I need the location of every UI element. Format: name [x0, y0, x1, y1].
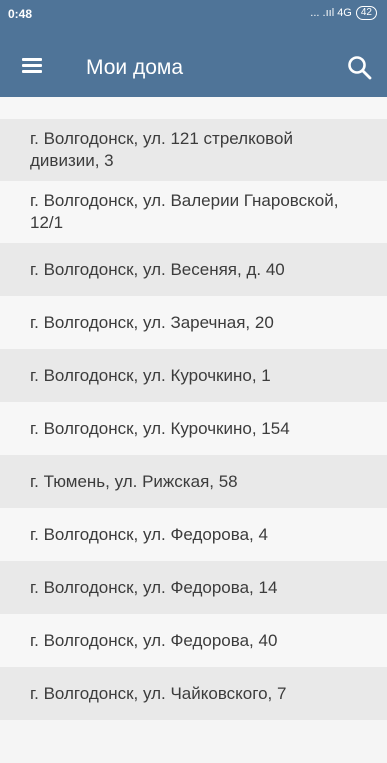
house-address: г. Волгодонск, ул. Федорова, 40	[30, 630, 278, 650]
house-item[interactable]: г. Волгодонск, ул. Чайковского, 7	[0, 667, 387, 720]
house-address: г. Волгодонск, ул. Федорова, 14	[30, 577, 278, 597]
houses-list: г. Волгодонск, ул. 121 стрелковой дивизи…	[0, 97, 387, 720]
signal-indicator: ... .ııl 4G	[310, 7, 352, 19]
house-address: г. Тюмень, ул. Рижская, 58	[30, 471, 238, 491]
hamburger-menu-icon[interactable]	[22, 54, 46, 74]
search-icon[interactable]	[346, 54, 374, 82]
status-indicators: ... .ııl 4G 42	[310, 6, 377, 20]
house-item[interactable]: г. Волгодонск, ул. Курочкино, 154	[0, 402, 387, 455]
house-item[interactable]: г. Волгодонск, ул. Весеняя, д. 40	[0, 243, 387, 296]
house-item[interactable]: г. Волгодонск, ул. Заречная, 20	[0, 296, 387, 349]
house-item[interactable]: г. Волгодонск, ул. Федорова, 40	[0, 614, 387, 667]
status-time: 0:48	[8, 7, 33, 21]
house-address: г. Волгодонск, ул. Курочкино, 1	[30, 365, 271, 385]
house-item[interactable]: г. Волгодонск, ул. Курочкино, 1	[0, 349, 387, 402]
house-item[interactable]: г. Тюмень, ул. Рижская, 58	[0, 455, 387, 508]
app-header: 0:48 ... .ııl 4G 42 Мои дома	[0, 0, 387, 97]
house-address: г. Волгодонск, ул. Чайковского, 7	[30, 683, 287, 703]
house-item[interactable]: г. Волгодонск, ул. Валерии Гнаровской, 1…	[0, 181, 387, 243]
house-address: г. Волгодонск, ул. Валерии Гнаровской, 1…	[30, 191, 339, 232]
house-address: г. Волгодонск, ул. Курочкино, 154	[30, 418, 290, 438]
house-address: г. Волгодонск, ул. Федорова, 4	[30, 524, 268, 544]
app-bar: Мои дома	[0, 38, 387, 94]
house-address: г. Волгодонск, ул. 121 стрелковой дивизи…	[30, 129, 293, 170]
house-address: г. Волгодонск, ул. Заречная, 20	[30, 312, 274, 332]
battery-icon: 42	[355, 6, 377, 20]
house-item[interactable]: г. Волгодонск, ул. Федорова, 14	[0, 561, 387, 614]
house-item[interactable]: г. Волгодонск, ул. 121 стрелковой дивизи…	[0, 119, 387, 181]
status-bar: 0:48 ... .ııl 4G 42	[0, 0, 387, 27]
list-top-spacer	[0, 97, 387, 119]
house-address: г. Волгодонск, ул. Весеняя, д. 40	[30, 259, 285, 279]
page-title: Мои дома	[86, 56, 184, 79]
house-item[interactable]: г. Волгодонск, ул. Федорова, 4	[0, 508, 387, 561]
